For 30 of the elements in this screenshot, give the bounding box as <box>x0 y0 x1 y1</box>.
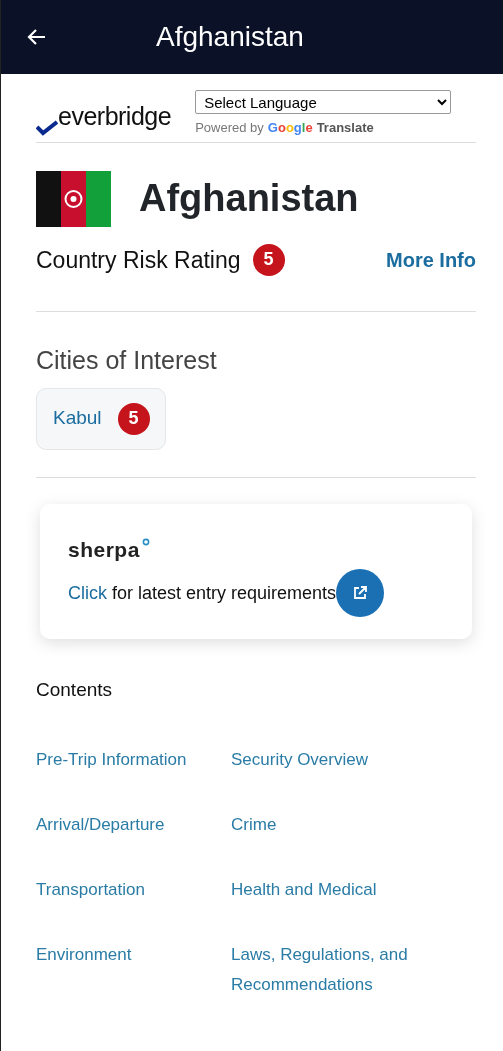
page-title: Afghanistan <box>156 20 304 54</box>
section-heading: Cities of Interest <box>36 345 218 376</box>
sherpa-logo: sherpa <box>68 536 140 563</box>
risk-rating-badge: 5 <box>117 402 150 435</box>
flag-icon <box>36 170 111 227</box>
contents-link[interactable]: Environment <box>36 921 231 987</box>
contents-link[interactable]: Arrival/Departure <box>36 791 231 857</box>
contents-link[interactable]: Laws, Regulations, and Recommendations <box>231 921 421 1017</box>
language-dropdown[interactable]: Select Language <box>195 90 452 114</box>
contents-link[interactable]: Health and Medical <box>231 856 421 922</box>
more-info-link[interactable]: More Info <box>386 244 476 275</box>
checkmark-icon <box>36 119 58 136</box>
powered-by-text: Powered by <box>195 119 264 137</box>
external-link-icon <box>353 586 368 600</box>
contents-heading: Contents <box>36 678 114 702</box>
contents-link[interactable]: Transportation <box>36 856 231 922</box>
google-logo: Google <box>267 119 313 137</box>
entry-requirements-text: Click for latest entry requirements <box>68 581 337 605</box>
contents-link[interactable]: Security Overview <box>231 726 421 792</box>
click-link[interactable]: Click <box>68 582 107 603</box>
brand-logo: everbridge <box>58 101 172 132</box>
external-link-button[interactable] <box>336 569 385 617</box>
degree-mark-icon <box>141 537 150 546</box>
risk-rating-label: Country Risk Rating <box>36 245 241 275</box>
risk-rating-badge: 5 <box>252 243 285 276</box>
contents-link[interactable]: Pre-Trip Information <box>36 726 231 792</box>
translate-link[interactable]: Translate <box>316 118 374 138</box>
country-name: Afghanistan <box>139 175 359 221</box>
contents-link[interactable]: Crime <box>231 791 421 857</box>
city-chip[interactable]: Kabul 5 <box>36 387 166 450</box>
